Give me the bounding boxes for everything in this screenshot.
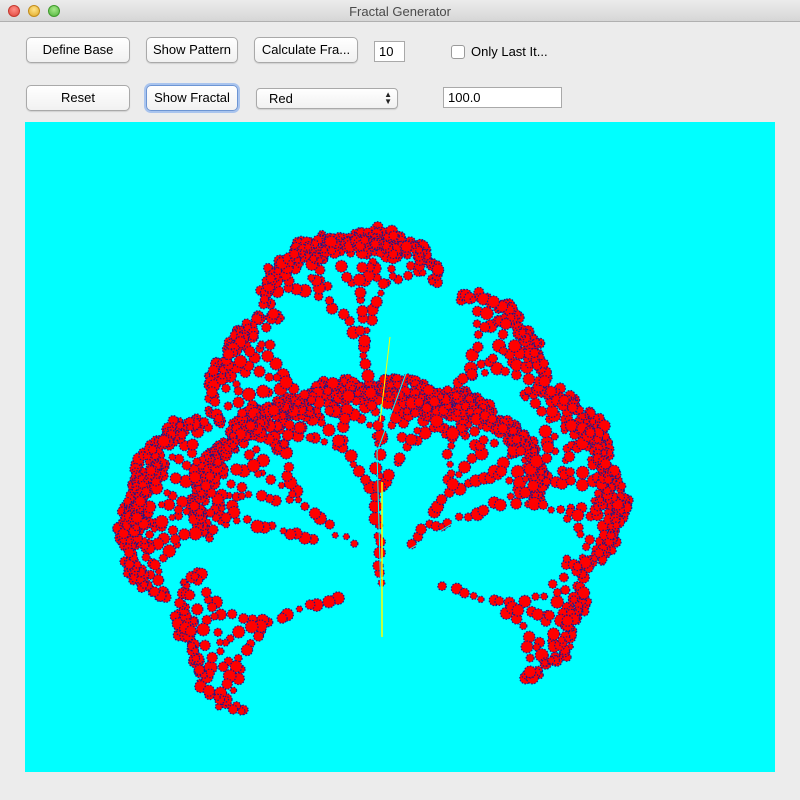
fractal-canvas[interactable] [25, 122, 775, 772]
show-pattern-button[interactable]: Show Pattern [146, 37, 238, 63]
only-last-iteration-label: Only Last It... [471, 44, 548, 59]
window-title: Fractal Generator [349, 4, 451, 19]
color-select[interactable]: Red ▲ ▼ [256, 88, 398, 109]
select-arrows-icon: ▲ ▼ [384, 90, 392, 106]
fractal-foliage [112, 221, 634, 716]
color-select-value: Red [269, 91, 293, 106]
calculate-fractal-button[interactable]: Calculate Fra... [254, 37, 358, 63]
checkbox-box[interactable] [451, 45, 465, 59]
iterations-input[interactable]: 10 [374, 41, 405, 62]
reset-button[interactable]: Reset [26, 85, 130, 111]
scale-input[interactable]: 100.0 [443, 87, 562, 108]
define-base-button[interactable]: Define Base [26, 37, 130, 63]
show-fractal-button[interactable]: Show Fractal [146, 85, 238, 111]
title-bar: Fractal Generator [0, 0, 800, 22]
fractal-lines [299, 321, 456, 638]
fractal-drawing [112, 221, 634, 716]
